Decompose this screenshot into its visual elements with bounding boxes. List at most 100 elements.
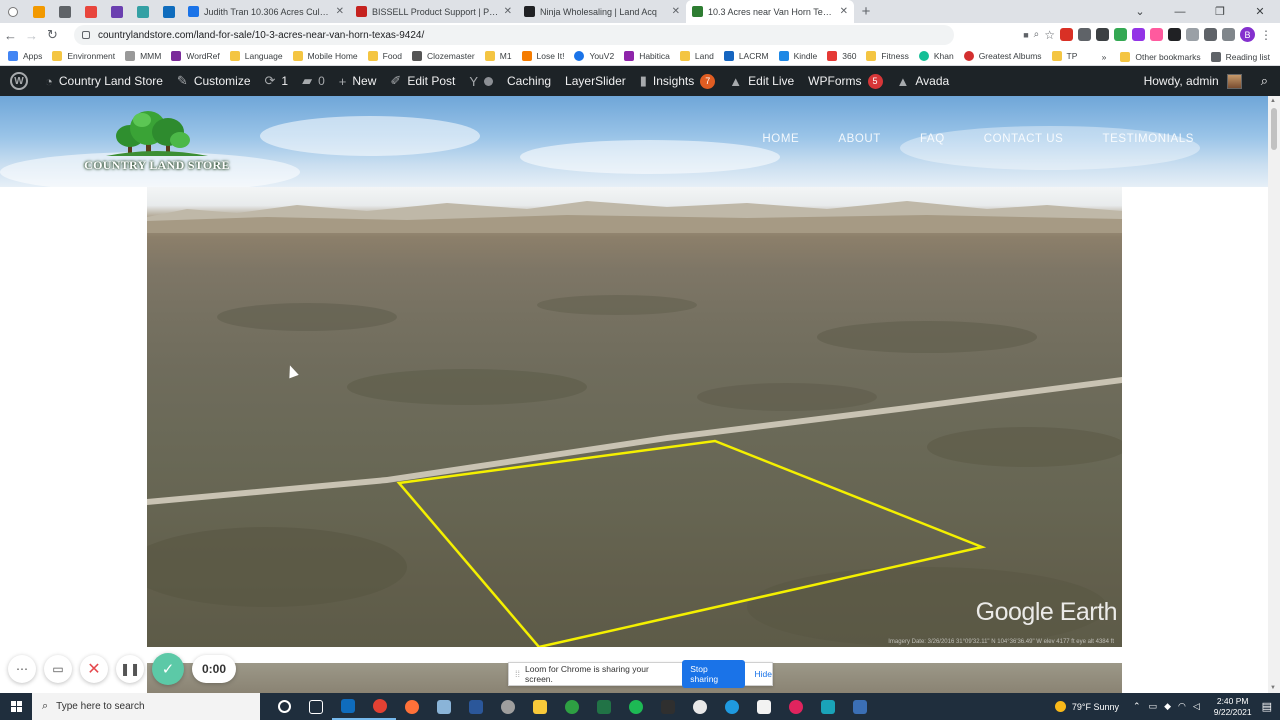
pinned-tab-icon[interactable] [104, 0, 130, 23]
bookmark-folder[interactable]: Language [229, 51, 283, 61]
taskbar-search[interactable]: ⌕ Type here to search [32, 693, 260, 720]
finish-recording-icon[interactable]: ✓ [152, 653, 184, 685]
app-icon[interactable] [428, 693, 460, 720]
reload-icon[interactable]: ↻ [42, 27, 63, 43]
bookmark-item[interactable]: LACRM [723, 51, 769, 61]
word-icon[interactable] [460, 693, 492, 720]
app-icon[interactable] [748, 693, 780, 720]
nav-testimonials[interactable]: TESTIMONIALS [1102, 133, 1194, 145]
drag-handle-icon[interactable]: ⁞⁞ [515, 669, 520, 679]
close-tab-icon[interactable]: ✕ [840, 6, 848, 17]
page-scrollbar[interactable]: ▲ ▼ [1268, 96, 1280, 693]
edit-post-button[interactable]: ✐ Edit Post [383, 66, 462, 96]
bookmark-item[interactable]: WordRef [171, 51, 220, 61]
updates-button[interactable]: ⟳ 1 [258, 66, 296, 96]
tab-search-dropdown-icon[interactable]: ⌄ [1120, 0, 1160, 23]
pinned-tab-icon[interactable] [52, 0, 78, 23]
calculator-icon[interactable] [844, 693, 876, 720]
address-bar[interactable]: countrylandstore.com/land-for-sale/10-3-… [74, 25, 954, 45]
account-menu[interactable]: Howdy, admin [1137, 66, 1249, 96]
bookmark-folder[interactable]: Land [679, 51, 714, 61]
extensions-puzzle-icon[interactable] [1204, 28, 1217, 41]
nav-home[interactable]: HOME [762, 133, 799, 145]
customize-button[interactable]: ✎ Customize [170, 66, 258, 96]
cortana-icon[interactable] [268, 693, 300, 720]
edge-icon[interactable] [716, 693, 748, 720]
avada-menu[interactable]: ▲ Avada [890, 66, 957, 96]
edit-live-button[interactable]: ▲ Edit Live [722, 66, 801, 96]
bookmark-item[interactable]: Greatest Albums [963, 51, 1042, 61]
reading-list-icon[interactable] [1222, 28, 1235, 41]
insights-menu[interactable]: ▮ Insights 7 [633, 66, 723, 96]
extension-icon[interactable] [1114, 28, 1127, 41]
weather-icon[interactable] [1054, 701, 1066, 712]
chrome-menu-icon[interactable]: ⋮ [1260, 28, 1272, 42]
bookmark-folder[interactable]: M1 [484, 51, 512, 61]
extension-icon[interactable] [1078, 28, 1091, 41]
pinned-tab-icon[interactable] [156, 0, 182, 23]
camera-icon[interactable]: ■ [1023, 30, 1028, 40]
cancel-recording-icon[interactable]: ✕ [80, 655, 108, 683]
task-view-icon[interactable] [300, 693, 332, 720]
stop-sharing-button[interactable]: Stop sharing [682, 660, 745, 688]
bookmark-item[interactable]: Habitica [624, 51, 670, 61]
pinned-tab-icon[interactable] [130, 0, 156, 23]
zoom-icon[interactable]: ⌕ [1034, 29, 1040, 40]
chrome-icon[interactable] [364, 693, 396, 720]
extension-icon[interactable] [1060, 28, 1073, 41]
back-icon[interactable]: ← [0, 28, 21, 43]
profile-avatar[interactable]: B [1240, 27, 1255, 42]
app-icon[interactable] [812, 693, 844, 720]
scroll-up-icon[interactable]: ▲ [1270, 98, 1276, 104]
weather-text[interactable]: 79°F Sunny [1072, 702, 1119, 712]
app-icon[interactable] [492, 693, 524, 720]
pause-icon[interactable]: ❚❚ [116, 655, 144, 683]
firefox-icon[interactable] [396, 693, 428, 720]
camera-toggle-icon[interactable]: ▭ [44, 655, 72, 683]
nav-faq[interactable]: FAQ [920, 133, 945, 145]
star-icon[interactable]: ☆ [1044, 28, 1055, 42]
close-tab-icon[interactable]: ✕ [336, 6, 344, 17]
caching-menu[interactable]: Caching [500, 66, 558, 96]
new-content-menu[interactable]: + New [332, 66, 384, 96]
wp-logo-menu[interactable]: W [0, 66, 38, 96]
dropbox-icon[interactable]: ◆ [1164, 701, 1171, 712]
bookmark-item[interactable]: Clozemaster [412, 51, 475, 61]
clock[interactable]: 2:40 PM 9/22/2021 [1214, 696, 1252, 718]
extension-icon[interactable] [1096, 28, 1109, 41]
site-name-menu[interactable]: ◔ Country Land Store [38, 66, 170, 96]
wifi-icon[interactable]: ◠ [1178, 701, 1186, 712]
layerslider-menu[interactable]: LayerSlider [558, 66, 633, 96]
app-icon[interactable] [684, 693, 716, 720]
extension-icon[interactable] [1168, 28, 1181, 41]
bookmark-folder[interactable]: Food [367, 51, 402, 61]
nav-about[interactable]: ABOUT [838, 133, 881, 145]
reading-list[interactable]: Reading list [1210, 51, 1270, 62]
bookmark-item[interactable]: Lose It! [521, 51, 564, 61]
bookmark-item[interactable]: 360 [827, 51, 856, 61]
close-window-icon[interactable]: ✕ [1240, 0, 1280, 23]
wpforms-menu[interactable]: WPForms 5 [801, 66, 889, 96]
comments-button[interactable]: ▰ 0 [295, 66, 332, 96]
minimize-icon[interactable]: — [1160, 0, 1200, 23]
spotify-icon[interactable] [620, 693, 652, 720]
browser-tab-active[interactable]: 10.3 Acres near Van Horn Texas 9 ✕ [686, 0, 854, 23]
notifications-icon[interactable]: ▤ [1262, 700, 1272, 713]
close-tab-icon[interactable]: ✕ [672, 6, 680, 17]
restore-icon[interactable]: ❐ [1200, 0, 1240, 23]
more-bookmarks-chevron-icon[interactable]: » [1102, 52, 1107, 62]
bookmark-item[interactable]: MMM [125, 51, 161, 61]
loom-icon[interactable] [780, 693, 812, 720]
new-tab-button[interactable]: + [854, 0, 878, 23]
browser-tab[interactable]: Judith Tran 10.306 Acres Culbers ✕ [182, 0, 350, 23]
yoast-menu[interactable]: Y [462, 66, 500, 96]
volume-icon[interactable]: ◁ [1193, 701, 1200, 712]
nav-contact-us[interactable]: CONTACT US [984, 133, 1064, 145]
browser-tab[interactable]: BISSELL Product Support | ProHe ✕ [350, 0, 518, 23]
pinned-tab-icon[interactable] [26, 0, 52, 23]
network-icon[interactable]: ▭ [1149, 701, 1158, 712]
search-button[interactable]: ⌕ [1249, 66, 1280, 96]
close-tab-icon[interactable]: ✕ [504, 6, 512, 17]
file-explorer-icon[interactable] [524, 693, 556, 720]
extension-icon[interactable] [1150, 28, 1163, 41]
